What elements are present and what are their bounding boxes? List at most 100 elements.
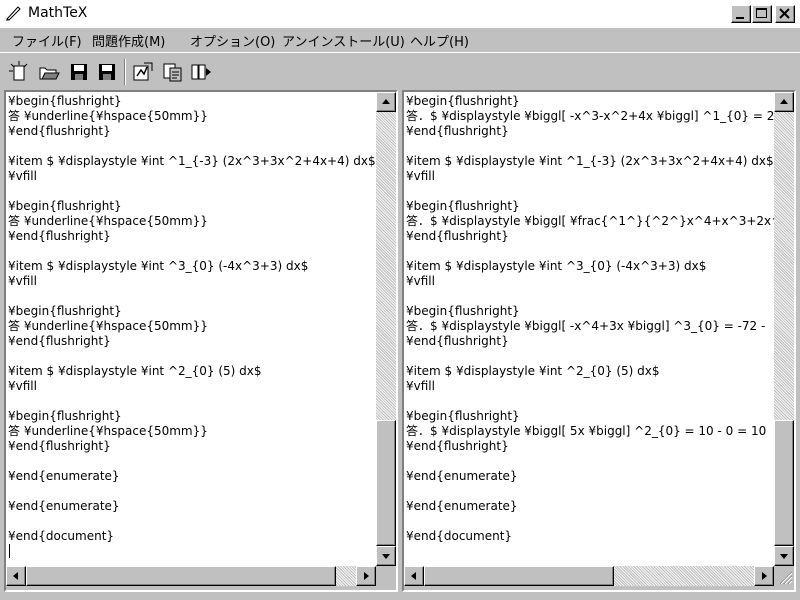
left-editor-line: ¥end{enumerate} <box>8 499 120 513</box>
left-editor-line: ¥end{enumerate} <box>8 469 120 483</box>
right-editor-line: 答．$ ¥displaystyle ¥biggl[ ¥frac{^1^}{^2^… <box>406 214 774 228</box>
window-title: MathTeX <box>28 5 88 21</box>
title-bar[interactable]: MathTeX <box>0 0 800 28</box>
left-editor-line: ¥begin{flushright} <box>8 94 122 108</box>
right-editor-line: ¥end{enumerate} <box>406 469 518 483</box>
left-editor-line: ¥end{flushright} <box>8 334 111 348</box>
left-vertical-scrollbar[interactable] <box>376 92 396 566</box>
create-problem-button[interactable] <box>132 61 154 83</box>
left-editor-line: ¥vfill <box>8 169 37 183</box>
new-file-button[interactable] <box>8 61 30 83</box>
right-vertical-scroll-thumb[interactable] <box>774 420 794 546</box>
arrow-up-icon <box>382 99 390 104</box>
left-editor-line: ¥vfill <box>8 274 37 288</box>
left-editor-pane: ¥begin{flushright} 答 ¥underline{¥hspace{5… <box>4 90 398 592</box>
save-icon <box>71 64 87 80</box>
right-editor-line: 答．$ ¥displaystyle ¥biggl[ -x^3-x^2+4x ¥b… <box>406 109 774 123</box>
right-scroll-left-button[interactable] <box>404 566 424 586</box>
left-editor[interactable]: ¥begin{flushright} 答 ¥underline{¥hspace{5… <box>6 92 376 566</box>
left-editor-line: ¥item $ ¥displaystyle ¥int ^1_{-3} (2x^3… <box>8 154 376 168</box>
menu-bar: ファイル(F) 問題作成(M) オプション(O) アンインストール(U) ヘルプ… <box>0 28 800 50</box>
left-editor-line: ¥begin{flushright} <box>8 304 122 318</box>
open-folder-icon <box>39 67 60 80</box>
left-editor-line: 答 ¥underline{¥hspace{50mm}} <box>8 109 208 123</box>
menu-options[interactable]: オプション(O) <box>190 31 275 50</box>
right-scroll-down-button[interactable] <box>774 546 794 566</box>
left-vertical-scroll-thumb[interactable] <box>376 420 396 546</box>
menu-file[interactable]: ファイル(F) <box>12 31 82 50</box>
left-editor-line: ¥vfill <box>8 379 37 393</box>
left-editor-line: ¥begin{flushright} <box>8 199 122 213</box>
resize-grip-icon <box>779 571 793 585</box>
right-editor-line: ¥vfill <box>406 379 435 393</box>
create-problem-icon <box>133 62 153 81</box>
right-editor-line: ¥begin{flushright} <box>406 409 520 423</box>
minimize-button[interactable] <box>731 5 751 23</box>
right-scroll-right-button[interactable] <box>754 566 774 586</box>
right-editor-pane: ¥begin{flushright} 答．$ ¥displaystyle ¥big… <box>402 90 796 592</box>
right-scroll-up-button[interactable] <box>774 92 794 112</box>
arrow-right-icon <box>364 572 369 580</box>
arrow-down-icon <box>780 554 788 559</box>
left-editor-line: ¥end{flushright} <box>8 439 111 453</box>
left-horizontal-scrollbar[interactable] <box>6 566 376 586</box>
left-editor-line: ¥item $ ¥displaystyle ¥int ^3_{0} (-4x^3… <box>8 259 309 273</box>
left-editor-line: ¥end{flushright} <box>8 124 111 138</box>
minimize-icon <box>736 17 744 19</box>
arrow-left-icon <box>13 572 18 580</box>
text-caret <box>9 544 10 558</box>
maximize-icon <box>756 8 767 18</box>
right-editor-line: ¥begin{flushright} <box>406 94 520 108</box>
menu-uninstall[interactable]: アンインストール(U) <box>282 31 405 50</box>
save-as-icon <box>99 64 115 80</box>
left-editor-line: ¥end{document} <box>8 529 115 543</box>
close-button[interactable] <box>775 5 795 23</box>
left-editor-line: 答 ¥underline{¥hspace{50mm}} <box>8 424 208 438</box>
right-editor-line: ¥end{flushright} <box>406 124 509 138</box>
right-editor-line: ¥end{flushright} <box>406 439 509 453</box>
left-editor-line: 答 ¥underline{¥hspace{50mm}} <box>8 214 208 228</box>
right-editor-line: ¥end{enumerate} <box>406 499 518 513</box>
arrow-left-icon <box>411 572 416 580</box>
left-scroll-left-button[interactable] <box>6 566 26 586</box>
right-horizontal-scrollbar[interactable] <box>404 566 774 586</box>
right-editor-line: ¥end{flushright} <box>406 334 509 348</box>
arrow-down-icon <box>382 554 390 559</box>
toolbar <box>0 52 800 90</box>
right-editor-line: 答．$ ¥displaystyle ¥biggl[ 5x ¥biggl] ^2_… <box>406 424 767 438</box>
left-editor-line: 答 ¥underline{¥hspace{50mm}} <box>8 319 208 333</box>
right-editor[interactable]: ¥begin{flushright} 答．$ ¥displaystyle ¥big… <box>404 92 774 566</box>
left-scroll-down-button[interactable] <box>376 546 396 566</box>
right-editor-line: 答．$ ¥displaystyle ¥biggl[ -x^4+3x ¥biggl… <box>406 319 766 333</box>
left-scroll-corner <box>376 566 396 586</box>
right-horizontal-scroll-thumb[interactable] <box>424 566 614 586</box>
menu-create-problem[interactable]: 問題作成(M) <box>92 31 165 50</box>
pen-icon <box>6 6 21 21</box>
close-icon <box>779 8 790 19</box>
save-button[interactable] <box>68 61 90 83</box>
right-editor-line: ¥item $ ¥displaystyle ¥int ^1_{-3} (2x^3… <box>406 154 774 168</box>
save-as-button[interactable] <box>96 61 118 83</box>
export-icon <box>191 64 211 80</box>
maximize-button[interactable] <box>752 5 772 23</box>
export-button[interactable] <box>190 61 212 83</box>
right-editor-line: ¥begin{flushright} <box>406 304 520 318</box>
copy-convert-icon <box>163 63 182 82</box>
right-editor-line: ¥end{flushright} <box>406 229 509 243</box>
left-horizontal-scroll-thumb[interactable] <box>26 566 336 586</box>
right-editor-line: ¥end{document} <box>406 529 513 543</box>
right-editor-line: ¥vfill <box>406 169 435 183</box>
right-vertical-scrollbar[interactable] <box>774 92 794 566</box>
arrow-up-icon <box>780 99 788 104</box>
left-scroll-right-button[interactable] <box>356 566 376 586</box>
left-scroll-up-button[interactable] <box>376 92 396 112</box>
right-editor-line: ¥begin{flushright} <box>406 199 520 213</box>
open-button[interactable] <box>38 61 60 83</box>
menu-help[interactable]: ヘルプ(H) <box>410 31 469 50</box>
right-editor-line: ¥vfill <box>406 274 435 288</box>
copy-convert-button[interactable] <box>162 61 184 83</box>
left-editor-line: ¥begin{flushright} <box>8 409 122 423</box>
left-editor-line: ¥end{flushright} <box>8 229 111 243</box>
right-editor-line: ¥item $ ¥displaystyle ¥int ^2_{0} (5) dx… <box>406 364 660 378</box>
resize-grip[interactable] <box>774 566 794 586</box>
